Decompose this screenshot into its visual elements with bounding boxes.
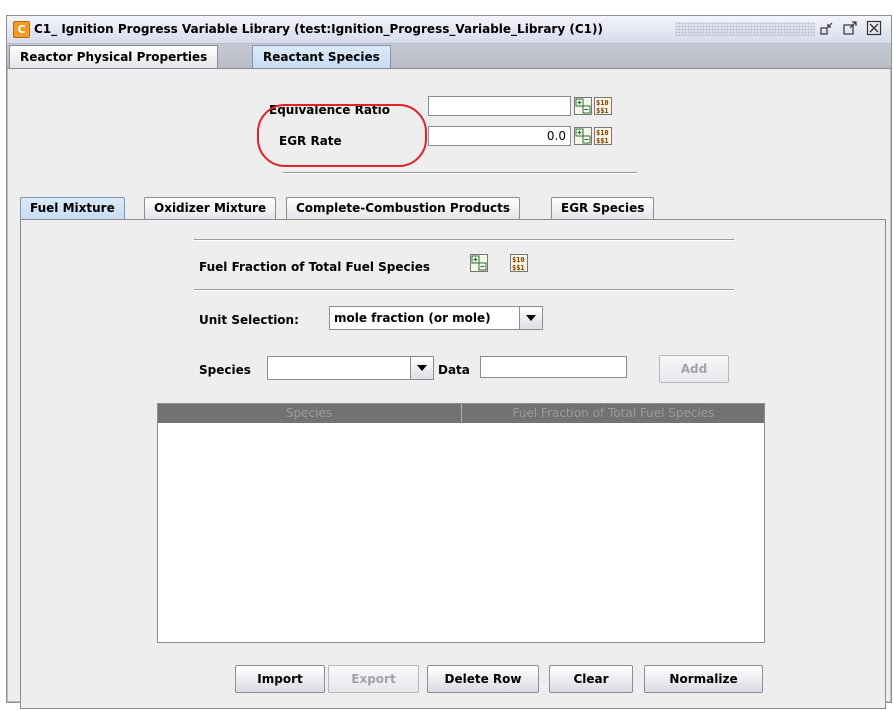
tab-egr-species[interactable]: EGR Species bbox=[551, 197, 655, 219]
clear-button[interactable]: Clear bbox=[549, 665, 633, 693]
top-tab-bar: Reactor Physical Properties Reactant Spe… bbox=[7, 44, 891, 69]
svg-text:$$1: $$1 bbox=[596, 107, 609, 115]
expand-collapse-icon[interactable] bbox=[470, 254, 488, 272]
unit-selection-label: Unit Selection: bbox=[199, 313, 299, 327]
separator bbox=[282, 172, 637, 174]
fuel-fraction-label: Fuel Fraction of Total Fuel Species bbox=[199, 260, 430, 274]
import-button[interactable]: Import bbox=[235, 665, 325, 693]
unit-selection-dropdown[interactable]: mole fraction (or mole) bbox=[329, 306, 543, 330]
inner-tab-bar: Fuel Mixture Oxidizer Mixture Complete-C… bbox=[20, 197, 890, 219]
egr-rate-field[interactable]: 0.0 bbox=[428, 126, 571, 146]
species-table: Species Fuel Fraction of Total Fuel Spec… bbox=[157, 403, 765, 643]
export-button[interactable]: Export bbox=[328, 665, 419, 693]
chevron-down-icon[interactable] bbox=[410, 357, 433, 379]
svg-text:$10: $10 bbox=[596, 129, 609, 137]
maximize-icon[interactable] bbox=[842, 20, 858, 36]
highlight-annotation bbox=[257, 104, 427, 167]
tab-complete-combustion-products[interactable]: Complete-Combustion Products bbox=[286, 197, 520, 219]
expand-collapse-icon[interactable] bbox=[574, 127, 592, 145]
separator bbox=[194, 239, 734, 241]
column-header-fuel-fraction[interactable]: Fuel Fraction of Total Fuel Species bbox=[461, 404, 765, 423]
close-icon[interactable] bbox=[866, 20, 882, 36]
chevron-down-icon[interactable] bbox=[519, 307, 542, 329]
tab-oxidizer-mixture[interactable]: Oxidizer Mixture bbox=[144, 197, 277, 219]
species-label: Species bbox=[199, 363, 251, 377]
tab-fuel-mixture[interactable]: Fuel Mixture bbox=[20, 197, 125, 219]
title-grip bbox=[675, 22, 815, 36]
library-window: C C1_ Ignition Progress Variable Library… bbox=[6, 15, 892, 709]
unit-selection-value: mole fraction (or mole) bbox=[334, 311, 491, 325]
normalize-button[interactable]: Normalize bbox=[644, 665, 763, 693]
species-dropdown[interactable] bbox=[267, 356, 434, 380]
column-header-species[interactable]: Species bbox=[158, 404, 460, 423]
separator bbox=[194, 289, 734, 291]
svg-text:$10: $10 bbox=[512, 256, 525, 264]
delete-row-button[interactable]: Delete Row bbox=[427, 665, 539, 693]
expand-collapse-icon[interactable] bbox=[574, 97, 592, 115]
parameter-sweep-icon[interactable]: $10 $$1 bbox=[594, 97, 612, 115]
equivalence-ratio-field[interactable] bbox=[428, 96, 571, 116]
table-header: Species Fuel Fraction of Total Fuel Spec… bbox=[158, 404, 764, 423]
app-icon: C bbox=[13, 21, 30, 38]
tab-reactant-species[interactable]: Reactant Species bbox=[252, 45, 391, 68]
window-title: C1_ Ignition Progress Variable Library (… bbox=[34, 22, 603, 36]
svg-text:$$1: $$1 bbox=[512, 264, 525, 272]
parameter-sweep-icon[interactable]: $10 $$1 bbox=[594, 127, 612, 145]
add-button[interactable]: Add bbox=[659, 355, 729, 383]
svg-text:$$1: $$1 bbox=[596, 137, 609, 145]
data-label: Data bbox=[438, 363, 470, 377]
minimize-icon[interactable] bbox=[819, 20, 835, 36]
svg-text:$10: $10 bbox=[596, 99, 609, 107]
title-bar: C C1_ Ignition Progress Variable Library… bbox=[7, 16, 891, 44]
tab-reactor-physical-properties[interactable]: Reactor Physical Properties bbox=[9, 45, 219, 68]
parameter-sweep-icon[interactable]: $10 $$1 bbox=[510, 254, 528, 272]
data-input[interactable] bbox=[480, 356, 627, 378]
